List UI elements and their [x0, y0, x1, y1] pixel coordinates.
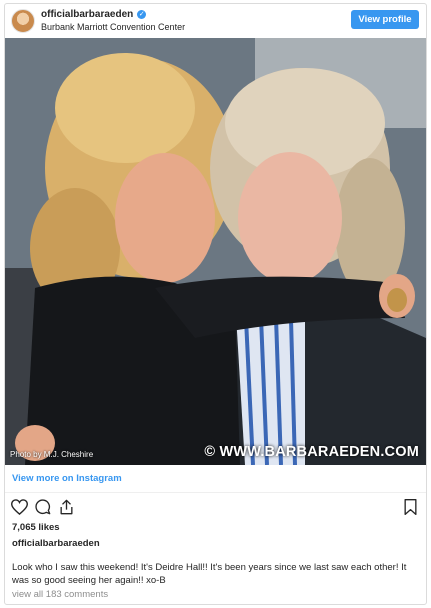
post-header: officialbarbaraeden ✓ Burbank Marriott C… [5, 4, 426, 38]
caption-author[interactable]: officialbarbaraeden [12, 538, 100, 549]
avatar[interactable] [11, 9, 35, 33]
view-profile-button[interactable]: View profile [351, 10, 419, 29]
username-row: officialbarbaraeden ✓ [41, 9, 147, 20]
view-more-on-instagram-link[interactable]: View more on Instagram [5, 465, 426, 493]
photo-watermark: © WWW.BARBARAEDEN.COM [204, 444, 419, 460]
caption-text: Look who I saw this weekend! It's Deidre… [12, 562, 407, 586]
photo-credit: Photo by M.J. Cheshire [10, 450, 94, 459]
post-photo[interactable]: Photo by M.J. Cheshire © WWW.BARBARAEDEN… [5, 38, 426, 465]
action-bar [5, 499, 426, 519]
location-link[interactable]: Burbank Marriott Convention Center [41, 22, 185, 32]
verified-badge-icon: ✓ [137, 10, 147, 19]
comment-icon[interactable] [35, 499, 51, 520]
username-link[interactable]: officialbarbaraeden [41, 9, 133, 20]
view-all-comments-link[interactable]: view all 183 comments [12, 589, 108, 600]
share-icon[interactable] [59, 499, 74, 520]
heart-icon[interactable] [10, 499, 29, 520]
likes-count[interactable]: 7,065 likes [12, 522, 60, 533]
bookmark-icon[interactable] [404, 499, 417, 520]
photo-illustration [5, 38, 426, 465]
instagram-embed-card: officialbarbaraeden ✓ Burbank Marriott C… [4, 3, 427, 605]
